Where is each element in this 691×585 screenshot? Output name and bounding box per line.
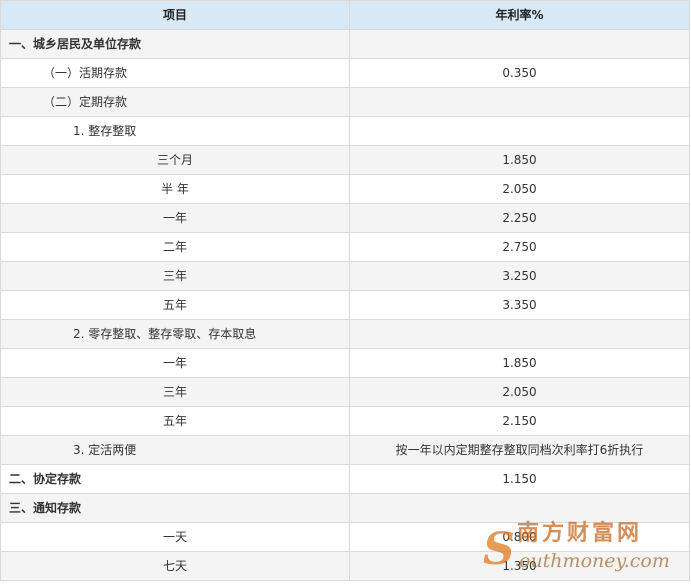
row-rate: 2.150: [349, 406, 690, 436]
row-rate: 3.350: [349, 290, 690, 320]
row-item: 二、协定存款: [0, 464, 350, 494]
southmoney-watermark-logo: S 南方财富网 outhmoney.com: [483, 521, 683, 581]
row-rate: 2.250: [349, 203, 690, 233]
row-item: 三年: [0, 377, 350, 407]
row-item: 一年: [0, 348, 350, 378]
table-row: 三年 2.050: [0, 377, 690, 407]
table-row: （一）活期存款 0.350: [0, 58, 690, 88]
header-rate: 年利率%: [349, 0, 690, 30]
row-rate: [349, 493, 690, 523]
row-item: 一、城乡居民及单位存款: [0, 29, 350, 59]
watermark-english-text: outhmoney.com: [519, 550, 670, 572]
row-item: （一）活期存款: [0, 58, 350, 88]
row-rate: 2.050: [349, 174, 690, 204]
row-rate: [349, 116, 690, 146]
table-row: 二年 2.750: [0, 232, 690, 262]
watermark-s-mark: S: [483, 524, 515, 575]
header-item: 项目: [0, 0, 350, 30]
table-header-row: 项目 年利率%: [0, 0, 690, 30]
row-item: 2. 零存整取、整存零取、存本取息: [0, 319, 350, 349]
row-rate: 3.250: [349, 261, 690, 291]
table-row: 一、城乡居民及单位存款: [0, 29, 690, 59]
row-item: 二年: [0, 232, 350, 262]
row-rate: 2.050: [349, 377, 690, 407]
row-item: 五年: [0, 406, 350, 436]
row-rate: [349, 29, 690, 59]
table-row: 三、通知存款: [0, 493, 690, 523]
table-row: 三个月 1.850: [0, 145, 690, 175]
table-row: 3. 定活两便 按一年以内定期整存整取同档次利率打6折执行: [0, 435, 690, 465]
row-rate: 2.750: [349, 232, 690, 262]
row-rate: 按一年以内定期整存整取同档次利率打6折执行: [349, 435, 690, 465]
row-rate: [349, 87, 690, 117]
row-rate: 0.350: [349, 58, 690, 88]
row-item: （二）定期存款: [0, 87, 350, 117]
row-item: 三、通知存款: [0, 493, 350, 523]
row-rate: 1.850: [349, 145, 690, 175]
interest-rate-table: 项目 年利率% 一、城乡居民及单位存款 （一）活期存款 0.350 （二）定期存…: [0, 0, 690, 581]
table-row: 五年 3.350: [0, 290, 690, 320]
row-rate: [349, 319, 690, 349]
row-item: 一年: [0, 203, 350, 233]
table-row: 一年 1.850: [0, 348, 690, 378]
row-item: 半 年: [0, 174, 350, 204]
table-row: 五年 2.150: [0, 406, 690, 436]
row-rate: 1.150: [349, 464, 690, 494]
row-item: 七天: [0, 551, 350, 581]
row-item: 三个月: [0, 145, 350, 175]
row-item: 五年: [0, 290, 350, 320]
table-row: 二、协定存款 1.150: [0, 464, 690, 494]
table-row: 三年 3.250: [0, 261, 690, 291]
row-item: 一天: [0, 522, 350, 552]
row-rate: 1.850: [349, 348, 690, 378]
table-row: 一年 2.250: [0, 203, 690, 233]
row-item: 1. 整存整取: [0, 116, 350, 146]
table-row: 1. 整存整取: [0, 116, 690, 146]
table-row: 2. 零存整取、整存零取、存本取息: [0, 319, 690, 349]
row-item: 三年: [0, 261, 350, 291]
table-row: （二）定期存款: [0, 87, 690, 117]
row-item: 3. 定活两便: [0, 435, 350, 465]
watermark-chinese-text: 南方财富网: [517, 521, 643, 546]
table-row: 半 年 2.050: [0, 174, 690, 204]
